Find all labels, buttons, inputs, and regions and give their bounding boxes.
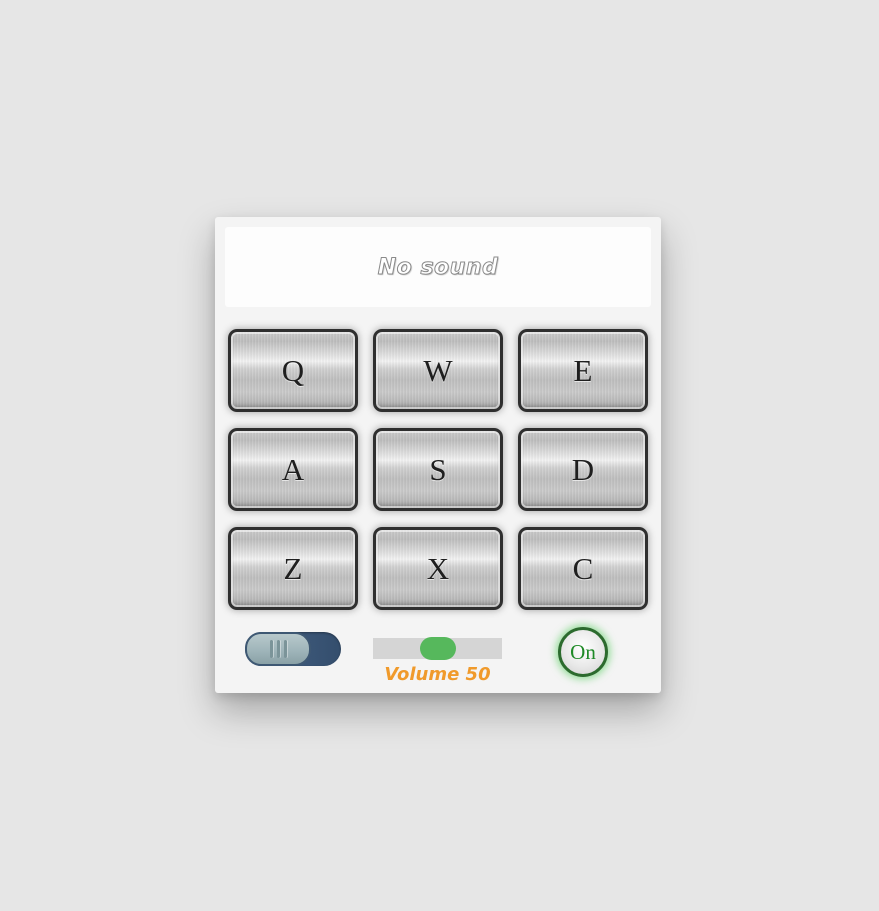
pad-label: S bbox=[429, 451, 447, 487]
drum-pad-z[interactable]: Z bbox=[228, 527, 358, 610]
drum-pad-a[interactable]: A bbox=[228, 428, 358, 511]
drum-pad-d[interactable]: D bbox=[518, 428, 648, 511]
pad-label: A bbox=[281, 451, 305, 487]
drum-pad-s[interactable]: S bbox=[373, 428, 503, 511]
drum-pad-w[interactable]: W bbox=[373, 329, 503, 412]
display-text: No sound bbox=[377, 254, 499, 280]
volume-slider[interactable] bbox=[373, 637, 502, 660]
toggle-knob[interactable] bbox=[245, 632, 311, 666]
sound-display: No sound bbox=[225, 227, 651, 307]
grip-line-icon bbox=[276, 640, 280, 658]
grip-line-icon bbox=[269, 640, 273, 658]
power-label: On bbox=[570, 639, 596, 664]
pad-label: E bbox=[573, 352, 593, 388]
power-button[interactable]: On bbox=[558, 627, 608, 677]
pad-label: Q bbox=[281, 352, 305, 388]
pad-label: D bbox=[571, 451, 595, 487]
drum-pad-e[interactable]: E bbox=[518, 329, 648, 412]
grip-line-icon bbox=[283, 640, 287, 658]
drum-pad-q[interactable]: Q bbox=[228, 329, 358, 412]
pad-label: C bbox=[572, 550, 594, 586]
pad-label: X bbox=[426, 550, 450, 586]
pad-label: Z bbox=[283, 550, 303, 586]
drum-pad-c[interactable]: C bbox=[518, 527, 648, 610]
drum-pad-x[interactable]: X bbox=[373, 527, 503, 610]
volume-slider-thumb[interactable] bbox=[420, 637, 456, 660]
bank-toggle-switch[interactable] bbox=[245, 632, 341, 666]
volume-label: Volume 50 bbox=[384, 664, 491, 685]
pad-label: W bbox=[423, 352, 453, 388]
